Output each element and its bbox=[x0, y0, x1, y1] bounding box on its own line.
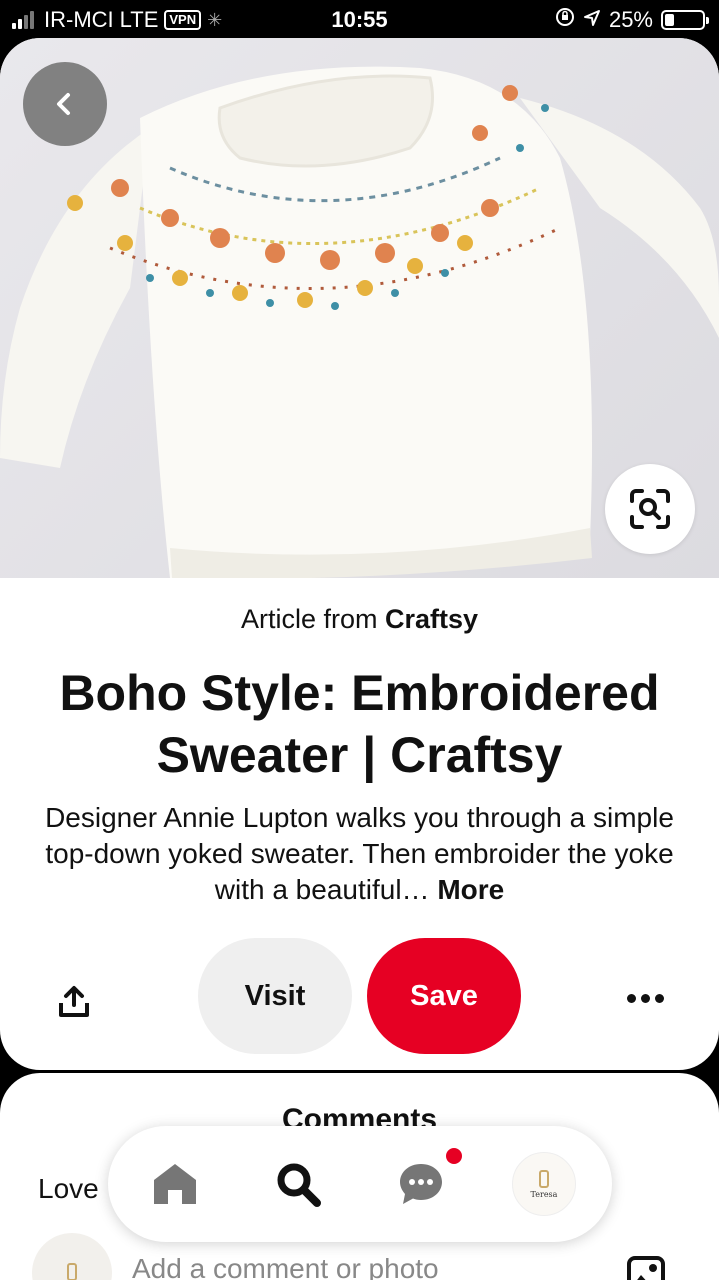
pin-description: Designer Annie Lupton walks you through … bbox=[40, 800, 679, 908]
avatar bbox=[32, 1233, 112, 1280]
photo-icon[interactable] bbox=[626, 1255, 666, 1280]
logo-mark bbox=[539, 1169, 549, 1188]
profile-logo-text: Teresa bbox=[530, 1189, 558, 1199]
bottom-nav: Teresa bbox=[108, 1126, 612, 1242]
save-button[interactable]: Save bbox=[367, 938, 521, 1054]
messages-icon bbox=[400, 1164, 442, 1204]
back-button[interactable] bbox=[23, 62, 107, 146]
visit-button[interactable]: Visit bbox=[198, 938, 352, 1054]
search-icon bbox=[277, 1163, 321, 1207]
more-options-button[interactable] bbox=[620, 978, 670, 1018]
more-icon-dot bbox=[640, 993, 650, 1003]
share-button[interactable] bbox=[46, 974, 102, 1030]
home-icon bbox=[154, 1164, 196, 1204]
notification-dot bbox=[446, 1148, 462, 1164]
orientation-lock-icon bbox=[555, 7, 575, 33]
more-icon-dot bbox=[626, 993, 636, 1003]
nav-search[interactable] bbox=[253, 1126, 343, 1242]
pin-source: Article from Craftsy bbox=[0, 604, 719, 635]
location-icon bbox=[583, 7, 601, 33]
logo-mark bbox=[67, 1263, 77, 1280]
comment-input[interactable]: Add a comment or photo bbox=[132, 1253, 439, 1280]
pin-image[interactable] bbox=[0, 38, 719, 578]
share-icon bbox=[59, 986, 89, 1017]
nav-messages[interactable] bbox=[376, 1126, 466, 1242]
source-name-link[interactable]: Craftsy bbox=[385, 604, 478, 634]
visual-search-icon bbox=[630, 489, 670, 529]
source-prefix: Article from bbox=[240, 604, 378, 634]
status-right: 25% bbox=[555, 7, 709, 33]
visual-search-button[interactable] bbox=[605, 464, 695, 554]
battery-icon bbox=[661, 10, 709, 30]
nav-home[interactable] bbox=[130, 1126, 220, 1242]
battery-percent: 25% bbox=[608, 7, 653, 32]
pin-title: Boho Style: Embroidered Sweater | Crafts… bbox=[59, 665, 660, 783]
nav-profile[interactable]: Teresa bbox=[499, 1126, 589, 1242]
avatar: Teresa bbox=[512, 1152, 576, 1216]
more-link[interactable]: More bbox=[437, 874, 504, 905]
more-icon-dot bbox=[654, 993, 664, 1003]
status-bar: IR-MCI LTE VPN ✳ 10:55 25% bbox=[0, 0, 719, 40]
pin-card: Article from Craftsy Boho Style: Embroid… bbox=[0, 38, 719, 1070]
description-text: Designer Annie Lupton walks you through … bbox=[45, 802, 674, 905]
back-icon bbox=[57, 93, 70, 115]
comment-text: Love bbox=[38, 1173, 99, 1204]
